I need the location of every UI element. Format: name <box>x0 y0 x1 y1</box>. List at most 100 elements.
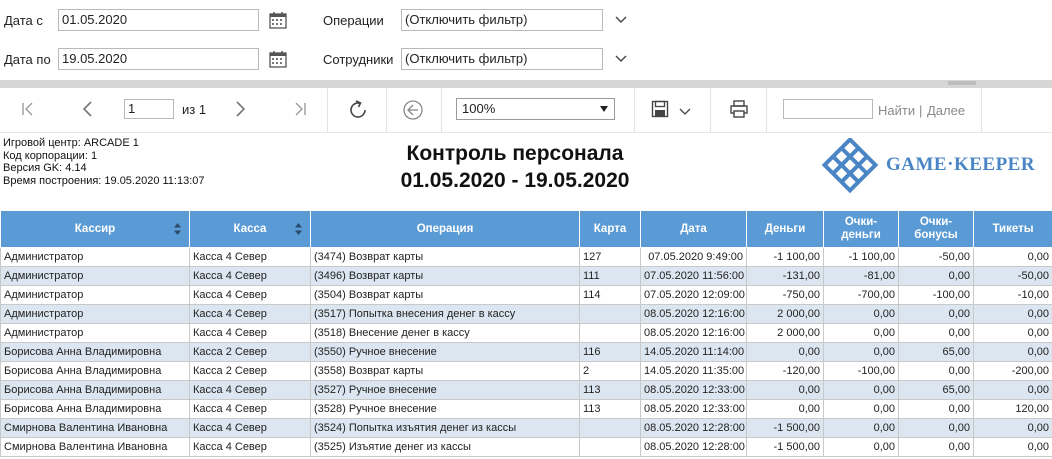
cell-card: 116 <box>579 342 641 362</box>
cell-points-money: 0,00 <box>823 418 899 438</box>
chevron-down-icon[interactable] <box>614 15 628 25</box>
column-header-label: Карта <box>593 222 627 235</box>
operations-label: Операции <box>323 13 384 28</box>
cell-date: 08.05.2020 12:16:00 <box>640 304 747 324</box>
report-title-block: Контроль персонала 01.05.2020 - 19.05.20… <box>330 140 700 194</box>
last-page-icon[interactable] <box>292 101 308 117</box>
find-input[interactable] <box>783 99 873 119</box>
refresh-icon[interactable] <box>346 98 370 122</box>
cell-card: 2 <box>579 361 641 381</box>
prev-page-icon[interactable] <box>80 100 96 118</box>
find-link[interactable]: Найти <box>878 103 915 118</box>
cell-cashier: Смирнова Валентина Ивановна <box>0 437 190 457</box>
staff-select[interactable]: (Отключить фильтр) <box>401 48 603 70</box>
cell-points-money: 0,00 <box>823 342 899 362</box>
chevron-down-icon[interactable] <box>614 54 628 64</box>
filter-panel: Дата с 01.05.2020 Операции (Отключить фи… <box>0 0 1052 80</box>
cell-points-bonus: 0,00 <box>898 304 974 324</box>
column-header-card[interactable]: Карта <box>579 210 641 248</box>
table-row: Борисова Анна Владимировна Касса 4 Север(… <box>0 399 1052 419</box>
column-header-label: Тикеты <box>992 222 1034 235</box>
date-to-input[interactable]: 19.05.2020 <box>58 48 259 70</box>
staff-control-table: Кассир Касса Операция Карта Дата Деньги Очки- … <box>0 210 1052 457</box>
cell-money: 0,00 <box>746 342 824 362</box>
save-icon[interactable] <box>651 100 669 118</box>
cell-points-bonus: 65,00 <box>898 380 974 400</box>
column-header-tickets[interactable]: Тикеты <box>973 210 1052 248</box>
cell-register: Касса 2 Север <box>189 342 311 362</box>
cell-points-money: -1 100,00 <box>823 247 899 267</box>
cell-operation: (3525) Изъятие денег из кассы <box>310 437 580 457</box>
cell-points-bonus: 0,00 <box>898 437 974 457</box>
sort-icon[interactable] <box>295 223 302 235</box>
column-header-points-bonus[interactable]: Очки- бонусы <box>898 210 974 248</box>
cell-operation: (3524) Попытка изъятия денег из кассы <box>310 418 580 438</box>
cell-date: 07.05.2020 12:09:00 <box>640 285 747 305</box>
column-header-operation[interactable]: Операция <box>310 210 580 248</box>
cell-cashier: Администратор <box>0 266 190 286</box>
print-icon[interactable] <box>729 99 749 119</box>
cell-tickets: 0,00 <box>973 418 1052 438</box>
cell-tickets: 0,00 <box>973 323 1052 343</box>
cell-tickets: 0,00 <box>973 304 1052 324</box>
first-page-icon[interactable] <box>20 101 36 117</box>
cell-points-bonus: -100,00 <box>898 285 974 305</box>
table-row: Администратор Касса 4 Север (3504) Возврат… <box>0 285 1052 305</box>
chevron-down-icon[interactable] <box>679 108 691 116</box>
find-separator: | <box>919 103 923 118</box>
cell-card <box>579 323 641 343</box>
report-title: Контроль персонала <box>406 142 624 165</box>
cell-date: 08.05.2020 12:28:00 <box>640 418 747 438</box>
cell-tickets: 0,00 <box>973 437 1052 457</box>
calendar-icon[interactable] <box>269 11 287 29</box>
cell-points-money: -100,00 <box>823 361 899 381</box>
meta-build-time: Время построения: 19.05.2020 11:13:07 <box>3 174 205 187</box>
table-row: Администратор Касса 4 Север (3518) Внесени… <box>0 323 1052 343</box>
cell-date: 07.05.2020 11:56:00 <box>640 266 747 286</box>
find-next-link[interactable]: Далее <box>927 103 965 118</box>
cell-operation: (3474) Возврат карты <box>310 247 580 267</box>
cell-money: -1 500,00 <box>746 418 824 438</box>
cell-operation: (3504) Возврат карты <box>310 285 580 305</box>
cell-register: Касса 4 Север <box>189 418 311 438</box>
table-row: Борисова Анна Владимировна Касса 2 Север(… <box>0 361 1052 381</box>
column-header-register[interactable]: Касса <box>189 210 311 248</box>
cell-operation: (3550) Ручное внесение <box>310 342 580 362</box>
cell-date: 07.05.2020 9:49:00 <box>640 247 747 267</box>
date-from-input[interactable]: 01.05.2020 <box>58 9 259 31</box>
splitter-grip[interactable] <box>948 81 976 85</box>
column-header-points-money[interactable]: Очки- деньги <box>823 210 899 248</box>
report-meta: Игровой центр: ARCADE 1 Код корпорации: … <box>3 137 205 187</box>
column-header-cashier[interactable]: Кассир <box>0 210 190 248</box>
date-to-label: Дата по <box>4 52 51 67</box>
meta-gk-version: Версия GK: 4.14 <box>3 162 87 175</box>
cell-date: 08.05.2020 12:16:00 <box>640 323 747 343</box>
staff-label: Сотрудники <box>323 52 394 67</box>
cell-points-bonus: 0,00 <box>898 323 974 343</box>
cell-points-bonus: 65,00 <box>898 342 974 362</box>
operations-select[interactable]: (Отключить фильтр) <box>401 9 603 31</box>
cell-register: Касса 2 Север <box>189 361 311 381</box>
page-number-input[interactable]: 1 <box>124 99 174 119</box>
column-header-date[interactable]: Дата <box>640 210 747 248</box>
meta-game-center: Игровой центр: ARCADE 1 <box>3 137 139 149</box>
next-page-icon[interactable] <box>232 100 248 118</box>
cell-operation: (3527) Ручное внесение <box>310 380 580 400</box>
date-from-label: Дата с <box>4 13 43 28</box>
cell-cashier: Борисова Анна Владимировна <box>0 399 190 419</box>
cell-date: 08.05.2020 12:33:00 <box>640 380 747 400</box>
report-toolbar: 1 из 1 100% Найти | Далее <box>0 88 1052 133</box>
column-header-label: Операция <box>416 222 474 235</box>
logo-text: GAME·KEEPER <box>886 154 1035 175</box>
cell-operation: (3496) Возврат карты <box>310 266 580 286</box>
cell-card: 114 <box>579 285 641 305</box>
calendar-icon[interactable] <box>269 50 287 68</box>
panel-splitter[interactable] <box>0 80 1052 88</box>
back-icon[interactable] <box>402 99 424 121</box>
column-header-money[interactable]: Деньги <box>746 210 824 248</box>
sort-icon[interactable] <box>174 223 181 235</box>
table-row: Борисова Анна Владимировна Касса 4 Север(… <box>0 380 1052 400</box>
cell-date: 08.05.2020 12:28:00 <box>640 437 747 457</box>
cell-register: Касса 4 Север <box>189 285 311 305</box>
zoom-select[interactable]: 100% <box>456 98 615 120</box>
